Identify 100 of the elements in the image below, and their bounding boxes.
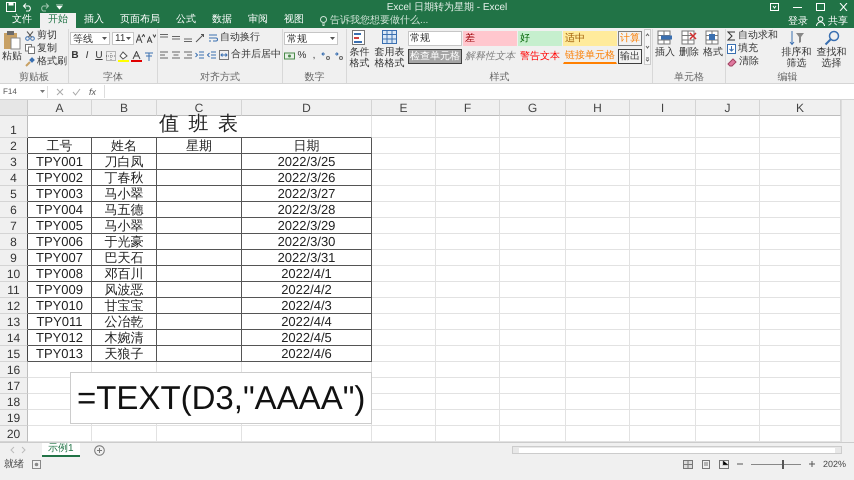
redo-icon[interactable] (39, 2, 50, 12)
format-as-table-button[interactable]: 套用表格格式 (373, 29, 406, 70)
grow-font-icon[interactable] (136, 34, 145, 43)
row-header[interactable]: 20 (0, 426, 28, 442)
add-sheet-icon[interactable] (94, 444, 105, 456)
menu-tab[interactable]: 视图 (276, 13, 312, 28)
share-button[interactable]: 共享 (816, 14, 848, 28)
clipboard-button[interactable]: 格式刷 (25, 56, 67, 68)
decimal-icon[interactable] (334, 51, 345, 61)
row-header[interactable]: 11 (0, 282, 28, 298)
cell-style-option[interactable]: 警告文本 (518, 49, 562, 64)
autosum-button[interactable]: 自动求和 (727, 30, 778, 42)
row-header[interactable]: 7 (0, 218, 28, 234)
font-size-field[interactable]: 11 (112, 32, 134, 45)
fill-button[interactable]: 填充 (727, 43, 778, 55)
column-header[interactable]: G (500, 100, 566, 116)
shrink-font-icon[interactable] (147, 34, 156, 43)
number-format-button[interactable]: % (297, 50, 307, 62)
row-header[interactable]: 18 (0, 394, 28, 410)
paste-button[interactable]: 粘贴 (1, 29, 23, 63)
font-style-button[interactable]: U (94, 50, 104, 62)
clipboard-button[interactable]: 剪切 (25, 30, 67, 42)
cell-style-option[interactable]: 解释性文本 (463, 49, 517, 64)
wrap-text-button[interactable]: 自动换行 (208, 32, 260, 44)
font-style-button[interactable]: B (70, 50, 80, 62)
row-header[interactable]: 13 (0, 314, 28, 330)
row-header[interactable]: 4 (0, 170, 28, 186)
name-box[interactable]: F14 (3, 86, 48, 98)
row-header[interactable]: 1 (0, 116, 28, 138)
menu-tab[interactable]: 审阅 (240, 13, 276, 28)
column-header[interactable]: B (92, 100, 157, 116)
horizontal-scrollbar[interactable] (512, 446, 842, 454)
font-name-field[interactable]: 等线 (70, 32, 110, 45)
menu-tab[interactable]: 公式 (168, 13, 204, 28)
cell-style-option[interactable]: 适中 (563, 31, 617, 46)
maximize-icon[interactable] (816, 2, 825, 10)
fill-color-icon[interactable] (118, 50, 129, 62)
row-header[interactable]: 9 (0, 250, 28, 266)
clipboard-button[interactable]: 复制 (25, 43, 67, 55)
indent-icon[interactable] (207, 50, 217, 60)
normal-view-icon[interactable] (682, 460, 693, 468)
cell-style-option[interactable]: 输出 (618, 49, 642, 64)
sheet-tab[interactable]: 示例1 (42, 443, 80, 457)
insert-function-button[interactable]: fx (89, 86, 96, 96)
column-header[interactable]: E (372, 100, 436, 116)
font-color-icon[interactable] (131, 50, 142, 62)
row-header[interactable]: 10 (0, 266, 28, 282)
row-header[interactable]: 5 (0, 186, 28, 202)
number-format-button[interactable]: , (309, 50, 319, 62)
conditional-format-button[interactable]: 条件格式 (348, 29, 371, 70)
currency-icon[interactable] (284, 51, 295, 61)
clear-button[interactable]: 清除 (727, 56, 778, 68)
close-icon[interactable] (839, 2, 848, 10)
cell-style-option[interactable]: 好 (518, 31, 562, 46)
row-header[interactable]: 16 (0, 362, 28, 378)
menu-tab[interactable]: 文件 (4, 13, 40, 28)
undo-icon[interactable] (22, 2, 33, 12)
row-header[interactable]: 6 (0, 202, 28, 218)
ribbon-display-icon[interactable] (770, 2, 779, 10)
font-style-button[interactable]: I (82, 50, 92, 62)
row-header[interactable]: 3 (0, 154, 28, 170)
column-header[interactable]: H (566, 100, 630, 116)
menu-tab[interactable]: 开始 (40, 13, 76, 28)
row-header[interactable]: 12 (0, 298, 28, 314)
phonetic-icon[interactable] (144, 51, 154, 61)
orientation-icon[interactable] (195, 33, 206, 43)
page-layout-icon[interactable] (700, 460, 711, 468)
row-header[interactable]: 14 (0, 330, 28, 346)
horizontal-align-icon[interactable] (183, 50, 193, 60)
cells-button[interactable]: 格式 (702, 29, 724, 59)
vertical-scrollbar[interactable] (841, 100, 854, 442)
zoom-in-icon[interactable] (808, 461, 815, 467)
customize-caret-icon[interactable] (56, 4, 63, 10)
zoom-out-icon[interactable] (736, 461, 743, 467)
column-header[interactable]: I (630, 100, 696, 116)
horizontal-align-icon[interactable] (159, 50, 169, 60)
cells-button[interactable]: 插入 (654, 29, 676, 59)
border-icon[interactable] (106, 51, 116, 61)
row-header[interactable]: 2 (0, 138, 28, 154)
column-header[interactable]: A (28, 100, 92, 116)
sign-in-link[interactable]: 登录 (788, 14, 808, 28)
macro-record-icon[interactable] (32, 460, 41, 468)
save-icon[interactable] (6, 2, 16, 12)
page-break-icon[interactable] (718, 460, 729, 468)
column-header[interactable]: F (436, 100, 500, 116)
merge-center-button[interactable]: 合并后居中 (219, 49, 281, 61)
decimal-icon[interactable] (321, 51, 332, 61)
menu-tab[interactable]: 插入 (76, 13, 112, 28)
row-header[interactable]: 19 (0, 410, 28, 426)
tell-me-field[interactable]: 告诉我您想要做什么... (330, 15, 470, 26)
indent-icon[interactable] (195, 50, 205, 60)
horizontal-align-icon[interactable] (171, 50, 181, 60)
number-format-field[interactable]: 常规 (284, 32, 338, 45)
menu-tab[interactable]: 数据 (204, 13, 240, 28)
menu-tab[interactable]: 页面布局 (112, 13, 168, 28)
column-header[interactable]: K (760, 100, 841, 116)
column-header[interactable]: J (696, 100, 760, 116)
gallery-scroll-icon[interactable] (644, 29, 651, 65)
row-header[interactable]: 15 (0, 346, 28, 362)
zoom-level[interactable]: 202% (822, 459, 846, 469)
